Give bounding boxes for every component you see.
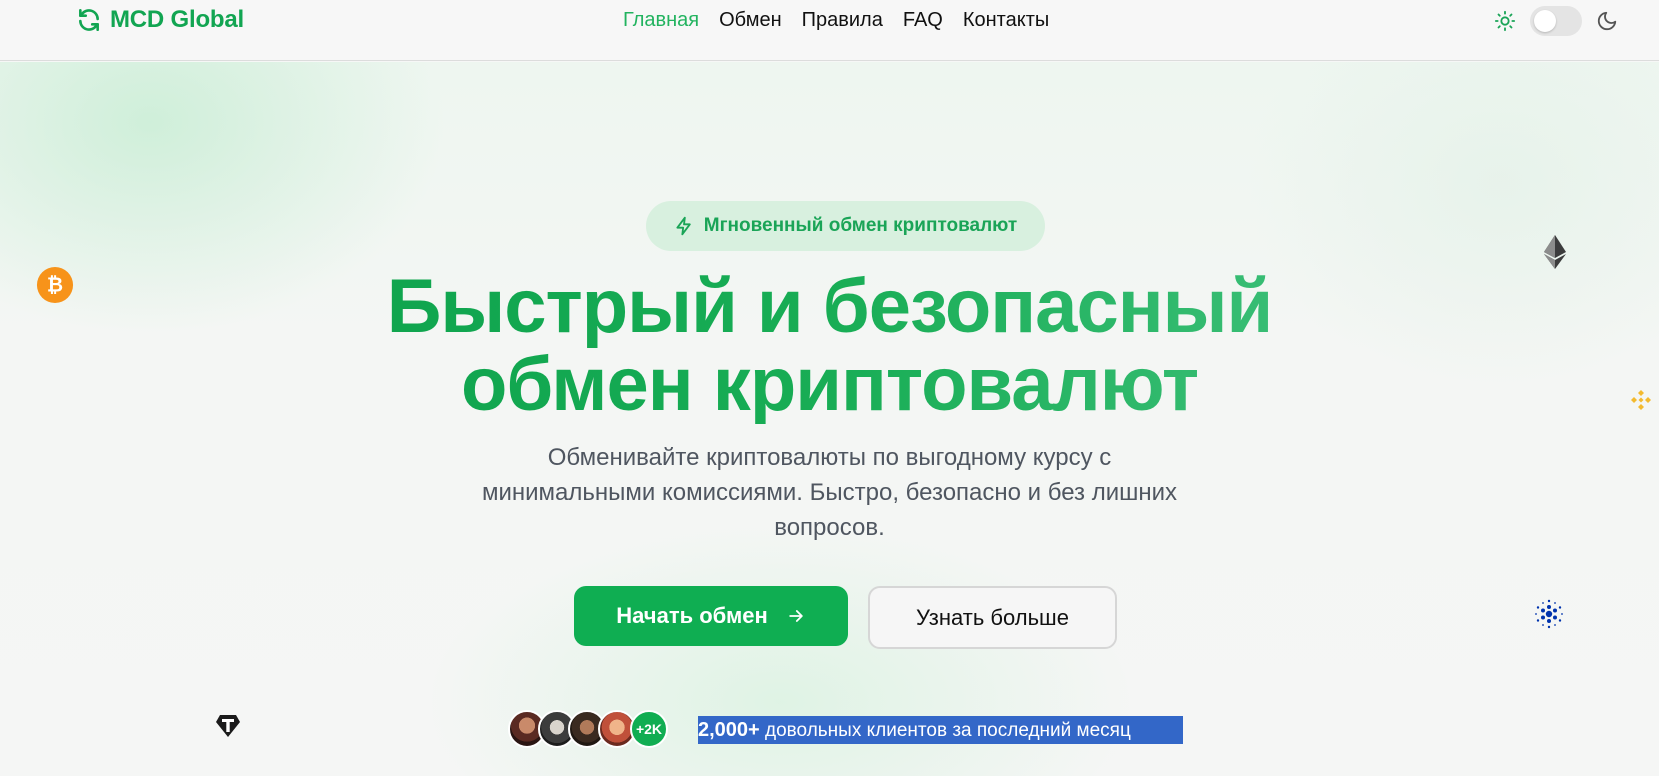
nav-faq[interactable]: FAQ (903, 9, 943, 32)
clients-count: 2,000+ (698, 719, 760, 741)
toggle-knob (1534, 10, 1556, 32)
nav-rules[interactable]: Правила (802, 9, 883, 32)
moon-icon (1597, 11, 1617, 31)
lightning-icon (676, 216, 691, 236)
binance-icon (1631, 390, 1651, 410)
headline-line-2: обмен криптовалют (460, 342, 1199, 427)
nav-contacts[interactable]: Контакты (963, 9, 1049, 32)
svg-text:₿: ₿ (47, 275, 63, 297)
avatar-more-badge: +2K (630, 710, 668, 748)
top-navbar: MCD Global Главная Обмен Правила FAQ Кон… (0, 0, 1659, 61)
sun-icon (1494, 10, 1516, 32)
start-exchange-label: Начать обмен (616, 603, 768, 628)
hero-headline: Быстрый и безопасный обмен криптовалют (300, 268, 1359, 424)
hero-subtitle: Обменивайте криптовалюты по выгодному ку… (481, 444, 1178, 541)
main-nav: Главная Обмен Правила FAQ Контакты (623, 9, 1049, 32)
clients-stat: 2,000+ довольных клиентов за последний м… (698, 716, 1183, 744)
ethereum-icon (1544, 235, 1566, 269)
start-exchange-button[interactable]: Начать обмен (574, 586, 848, 646)
bitcoin-icon: ₿ (36, 266, 74, 304)
client-avatars: +2K (508, 710, 668, 748)
learn-more-button[interactable]: Узнать больше (868, 586, 1117, 649)
brand-name: MCD Global (110, 6, 244, 33)
learn-more-label: Узнать больше (916, 604, 1069, 630)
hero-badge: Мгновенный обмен криптовалют (646, 201, 1045, 251)
cardano-icon (1535, 599, 1563, 629)
theme-toggle[interactable] (1530, 6, 1582, 36)
badge-label: Мгновенный обмен криптовалют (703, 215, 1018, 236)
clients-label: довольных клиентов за последний месяц (759, 720, 1131, 741)
tether-icon (216, 715, 240, 737)
brand-logo[interactable]: MCD Global (76, 6, 244, 34)
arrow-right-icon (789, 610, 803, 622)
nav-home[interactable]: Главная (623, 9, 699, 32)
refresh-icon (79, 8, 99, 32)
nav-exchange[interactable]: Обмен (719, 9, 782, 32)
headline-line-1: Быстрый и безопасный (386, 264, 1273, 349)
